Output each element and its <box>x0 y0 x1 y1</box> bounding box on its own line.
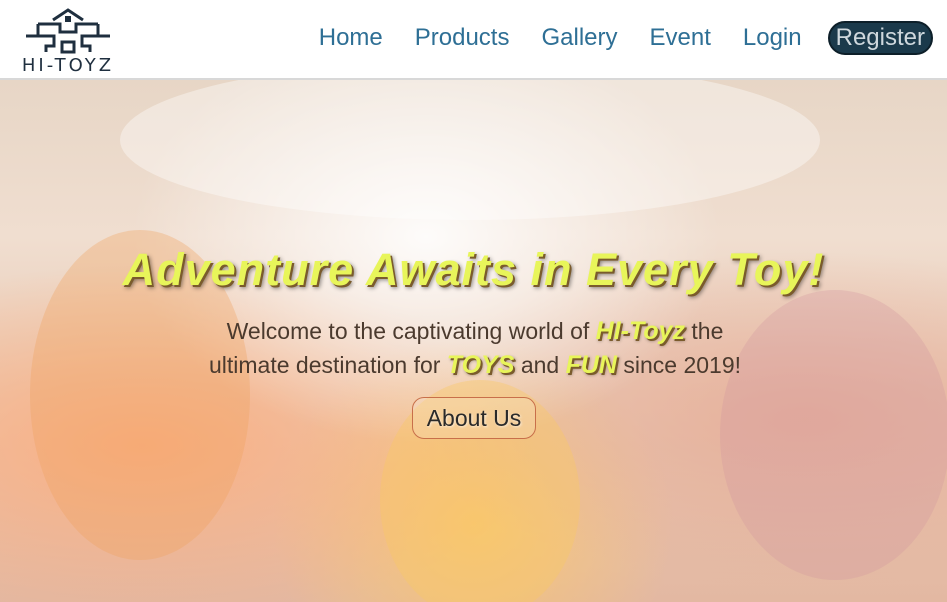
nav-event[interactable]: Event <box>634 20 727 56</box>
brand-highlight: HI-Toyz <box>595 317 685 345</box>
toys-highlight: TOYS <box>446 351 515 379</box>
hero-headline: Adventure Awaits in Every Toy! <box>122 244 825 295</box>
nav-home[interactable]: Home <box>303 20 399 56</box>
hero-subtext: Welcome to the captivating world of HI-T… <box>180 314 770 382</box>
subtext-line2-suffix: since 2019! <box>623 352 741 378</box>
nav-login[interactable]: Login <box>727 20 818 56</box>
nav-gallery[interactable]: Gallery <box>525 20 633 56</box>
house-logo-icon <box>26 8 110 54</box>
about-us-button[interactable]: About Us <box>412 397 536 439</box>
brand-name: HI-TOYZ <box>21 55 115 76</box>
subtext-line1-prefix: Welcome to the captivating world of <box>226 318 590 344</box>
main-nav: Home Products Gallery Event Login Regist… <box>303 20 933 56</box>
register-button[interactable]: Register <box>827 21 933 55</box>
subtext-line1-suffix: the <box>691 318 724 344</box>
brand-logo[interactable]: HI-TOYZ <box>18 6 118 76</box>
nav-products[interactable]: Products <box>399 20 526 56</box>
hero-section: Adventure Awaits in Every Toy! Welcome t… <box>0 80 947 602</box>
navbar: HI-TOYZ Home Products Gallery Event Logi… <box>0 0 947 80</box>
subtext-line2-prefix: ultimate destination for <box>209 352 441 378</box>
fun-highlight: FUN <box>565 351 617 379</box>
and-word: and <box>520 352 560 378</box>
background-light-blob <box>120 80 820 220</box>
